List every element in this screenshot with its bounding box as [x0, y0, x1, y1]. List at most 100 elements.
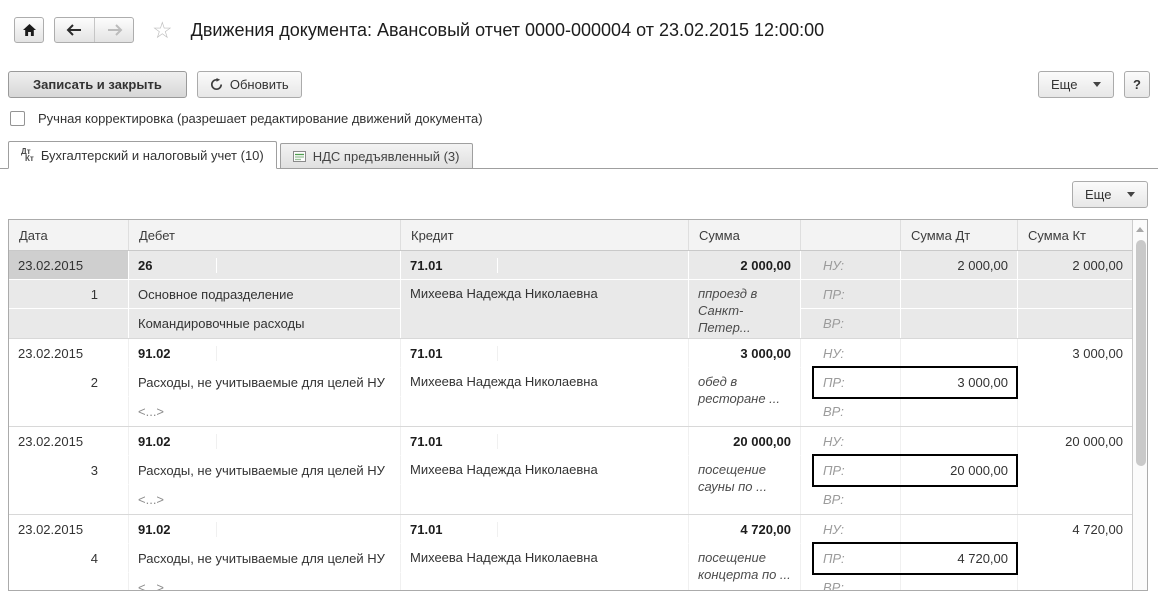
- credit-account-cell[interactable]: 71.01: [401, 427, 689, 456]
- home-button[interactable]: [14, 17, 44, 43]
- sum-dt-nu-cell[interactable]: 2 000,00: [901, 251, 1018, 280]
- tax-label-nu[interactable]: НУ:: [801, 339, 901, 368]
- sum-dt-pr-cell[interactable]: [901, 280, 1018, 309]
- header-cell-amount-dt[interactable]: Сумма Дт: [901, 220, 1018, 250]
- row-number-cell[interactable]: 2: [9, 368, 129, 397]
- sum-dt-pr-cell[interactable]: 3 000,00: [901, 368, 1018, 397]
- debit-analytics-1-cell[interactable]: Основное подразделение: [129, 280, 401, 309]
- save-close-button[interactable]: Записать и закрыть: [8, 71, 187, 98]
- credit-account-cell[interactable]: 71.01: [401, 251, 689, 280]
- debit-account-cell[interactable]: 26: [129, 251, 401, 280]
- debit-account-cell[interactable]: 91.02: [129, 339, 401, 368]
- header-cell-amount[interactable]: Сумма: [689, 220, 801, 250]
- row-number-cell[interactable]: 1: [9, 280, 129, 309]
- date-cell[interactable]: 23.02.2015: [9, 515, 129, 544]
- sum-kt-vr-cell[interactable]: [1018, 309, 1132, 338]
- debit-analytics-2-cell[interactable]: <...>: [129, 485, 401, 514]
- tab-accounting-tax[interactable]: Дт Кт Бухгалтерский и налоговый учет (10): [8, 141, 277, 169]
- manual-correction-label: Ручная корректировка (разрешает редактир…: [38, 111, 483, 126]
- grid-more-button[interactable]: Еще: [1072, 181, 1148, 208]
- tax-label-vr[interactable]: ВР:: [801, 397, 901, 426]
- forward-button[interactable]: [94, 18, 133, 42]
- vertical-scrollbar[interactable]: [1132, 220, 1147, 590]
- header-cell-credit[interactable]: Кредит: [401, 220, 689, 250]
- amount-cell[interactable]: 3 000,00: [689, 339, 801, 368]
- sum-dt-pr-cell[interactable]: 20 000,00: [901, 456, 1018, 485]
- forward-arrow-icon: [107, 24, 122, 36]
- scrollbar-thumb[interactable]: [1136, 240, 1146, 466]
- debit-account-value: 91.02: [129, 433, 217, 449]
- more-button[interactable]: Еще: [1038, 71, 1114, 98]
- help-button[interactable]: ?: [1124, 71, 1150, 98]
- credit-analytics-cell[interactable]: Михеева Надежда Николаевна: [401, 544, 689, 590]
- sum-kt-nu-cell[interactable]: 20 000,00: [1018, 427, 1132, 456]
- tax-label-pr[interactable]: ПР:: [801, 544, 901, 573]
- sum-dt-vr-cell[interactable]: [901, 485, 1018, 514]
- refresh-button[interactable]: Обновить: [196, 71, 302, 98]
- description-cell[interactable]: ппроезд в Санкт-Петер...: [689, 280, 801, 338]
- debit-analytics-2-cell[interactable]: <...>: [129, 573, 401, 590]
- date-cell[interactable]: 23.02.2015: [9, 427, 129, 456]
- credit-account-cell[interactable]: 71.01: [401, 339, 689, 368]
- favorite-star-icon[interactable]: [152, 20, 173, 40]
- sum-kt-nu-cell[interactable]: 4 720,00: [1018, 515, 1132, 544]
- debit-analytics-1-cell[interactable]: Расходы, не учитываемые для целей НУ: [129, 456, 401, 485]
- chevron-down-icon: [1127, 192, 1135, 197]
- sum-dt-vr-cell[interactable]: [901, 573, 1018, 590]
- debit-account-cell[interactable]: 91.02: [129, 515, 401, 544]
- sum-dt-vr-cell[interactable]: [901, 397, 1018, 426]
- dt-kt-icon: Дт Кт: [21, 147, 34, 163]
- row-number-cell[interactable]: 4: [9, 544, 129, 573]
- sum-kt-nu-cell[interactable]: 2 000,00: [1018, 251, 1132, 280]
- debit-account-cell[interactable]: 91.02: [129, 427, 401, 456]
- tax-label-pr[interactable]: ПР:: [801, 280, 901, 309]
- sum-kt-pr-cell[interactable]: [1018, 456, 1132, 485]
- back-button[interactable]: [55, 18, 94, 42]
- scroll-up-button[interactable]: [1133, 220, 1147, 234]
- row-number-cell[interactable]: 3: [9, 456, 129, 485]
- credit-account-cell[interactable]: 71.01: [401, 515, 689, 544]
- sum-kt-nu-cell[interactable]: 3 000,00: [1018, 339, 1132, 368]
- tax-label-pr[interactable]: ПР:: [801, 368, 901, 397]
- sum-kt-pr-cell[interactable]: [1018, 368, 1132, 397]
- sum-kt-pr-cell[interactable]: [1018, 544, 1132, 573]
- sum-dt-vr-cell[interactable]: [901, 309, 1018, 338]
- tax-label-nu[interactable]: НУ:: [801, 251, 901, 280]
- date-cell[interactable]: 23.02.2015: [9, 251, 129, 280]
- debit-analytics-1-cell[interactable]: Расходы, не учитываемые для целей НУ: [129, 544, 401, 573]
- header-cell-date[interactable]: Дата: [9, 220, 129, 250]
- tab-vat-presented[interactable]: НДС предъявленный (3): [279, 143, 473, 169]
- sum-dt-pr-cell[interactable]: 4 720,00: [901, 544, 1018, 573]
- debit-analytics-2-cell[interactable]: Командировочные расходы: [129, 309, 401, 338]
- credit-analytics-cell[interactable]: Михеева Надежда Николаевна: [401, 280, 689, 338]
- sum-dt-nu-cell[interactable]: [901, 427, 1018, 456]
- sum-kt-vr-cell[interactable]: [1018, 573, 1132, 590]
- description-cell[interactable]: обед в ресторане ...: [689, 368, 801, 426]
- sum-kt-vr-cell[interactable]: [1018, 397, 1132, 426]
- debit-account-value: 91.02: [129, 345, 217, 361]
- tax-label-vr[interactable]: ВР:: [801, 573, 901, 590]
- description-cell[interactable]: посещение сауны по ...: [689, 456, 801, 514]
- date-cell[interactable]: 23.02.2015: [9, 339, 129, 368]
- sum-kt-vr-cell[interactable]: [1018, 485, 1132, 514]
- sum-dt-nu-cell[interactable]: [901, 515, 1018, 544]
- credit-analytics-cell[interactable]: Михеева Надежда Николаевна: [401, 368, 689, 426]
- debit-analytics-1-cell[interactable]: Расходы, не учитываемые для целей НУ: [129, 368, 401, 397]
- header-cell-extra[interactable]: [801, 220, 901, 250]
- credit-analytics-cell[interactable]: Михеева Надежда Николаевна: [401, 456, 689, 514]
- amount-cell[interactable]: 2 000,00: [689, 251, 801, 280]
- sum-kt-pr-cell[interactable]: [1018, 280, 1132, 309]
- tax-label-vr[interactable]: ВР:: [801, 309, 901, 338]
- amount-cell[interactable]: 20 000,00: [689, 427, 801, 456]
- tax-label-nu[interactable]: НУ:: [801, 427, 901, 456]
- tax-label-pr[interactable]: ПР:: [801, 456, 901, 485]
- header-cell-debit[interactable]: Дебет: [129, 220, 401, 250]
- amount-cell[interactable]: 4 720,00: [689, 515, 801, 544]
- sum-dt-nu-cell[interactable]: [901, 339, 1018, 368]
- tax-label-nu[interactable]: НУ:: [801, 515, 901, 544]
- header-cell-amount-kt[interactable]: Сумма Кт: [1018, 220, 1132, 250]
- tax-label-vr[interactable]: ВР:: [801, 485, 901, 514]
- debit-analytics-2-cell[interactable]: <...>: [129, 397, 401, 426]
- manual-correction-checkbox[interactable]: [10, 111, 25, 126]
- description-cell[interactable]: посещение концерта по ...: [689, 544, 801, 590]
